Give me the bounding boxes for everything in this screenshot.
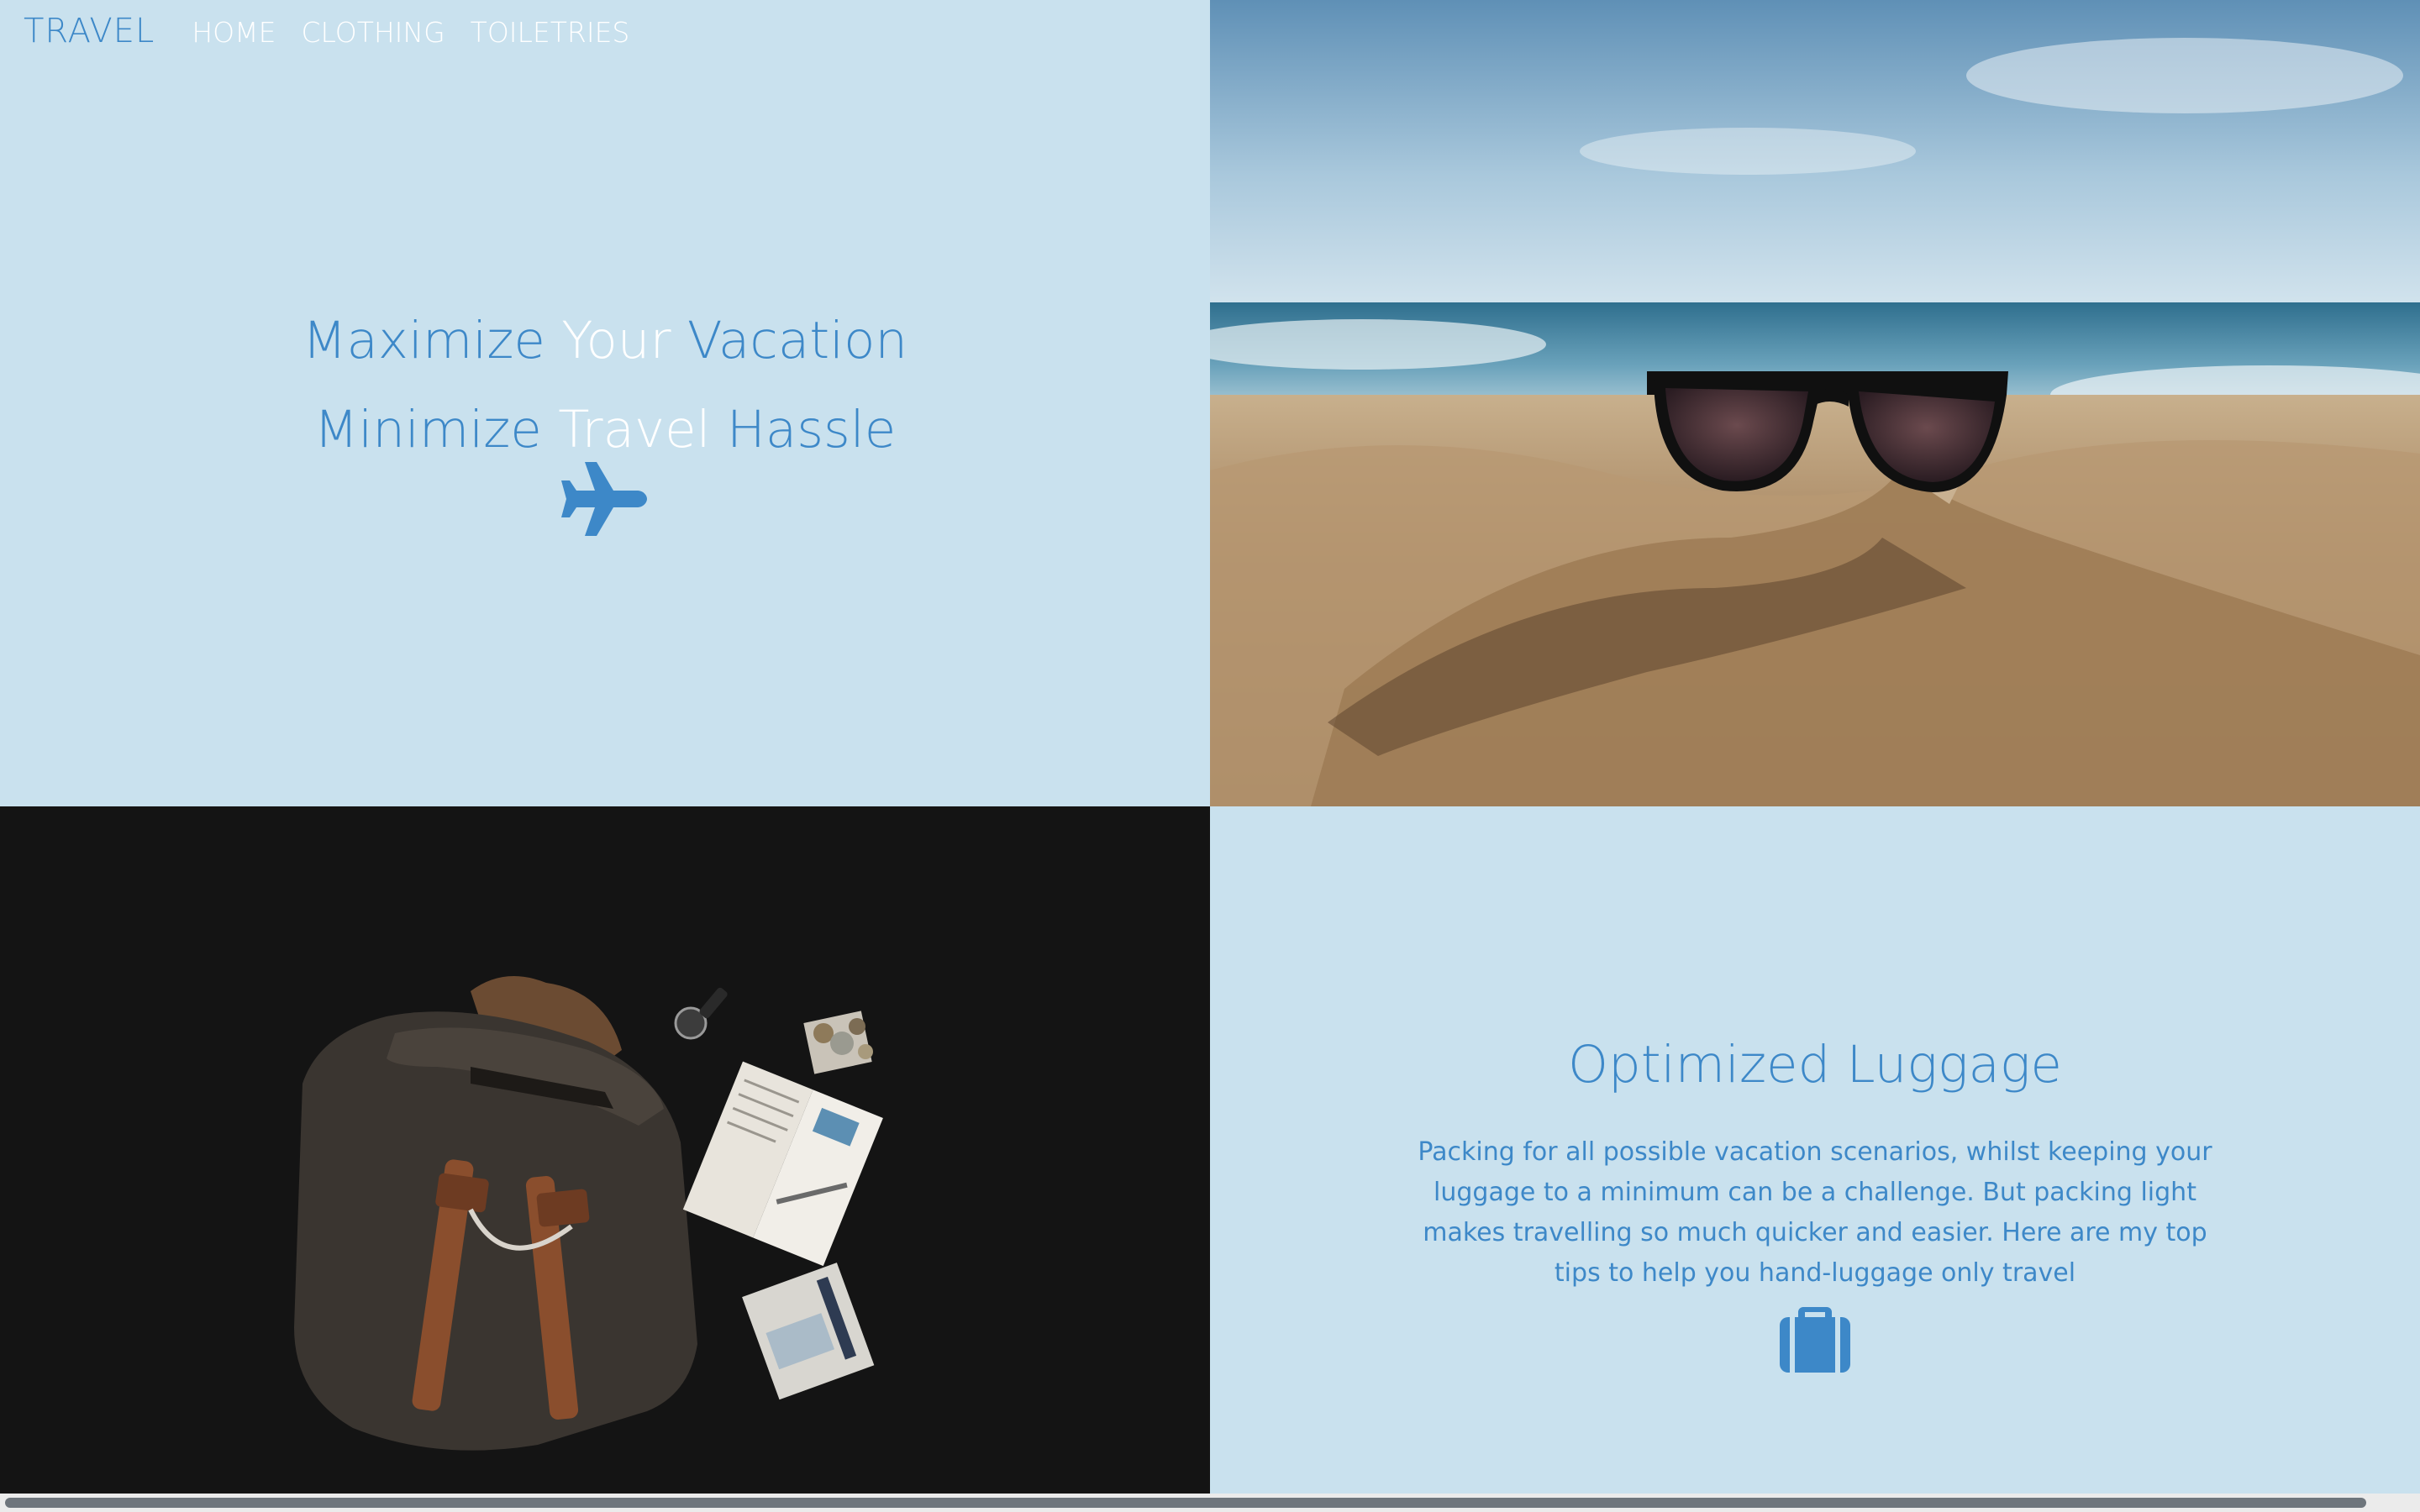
backpack-illustration — [0, 806, 1210, 1512]
headline-line-1: Maximize Your Vacation — [0, 297, 1210, 386]
headline-word: Travel — [558, 399, 711, 459]
suitcase-icon — [1780, 1307, 1850, 1373]
headline-word: Maximize — [302, 310, 545, 370]
plane-icon — [561, 462, 647, 536]
beach-illustration — [1210, 0, 2420, 806]
nav-link-clothing[interactable]: CLOTHING — [301, 16, 445, 49]
horizontal-scrollbar[interactable] — [0, 1494, 2420, 1512]
brand-logo-link[interactable]: TRAVEL — [24, 12, 155, 50]
luggage-section: Optimized Luggage Packing for all possib… — [1210, 806, 2420, 1512]
section-description: Packing for all possible vacation scenar… — [1418, 1137, 2212, 1288]
nav-link-home[interactable]: HOME — [192, 16, 276, 49]
scrollbar-thumb[interactable] — [5, 1498, 2366, 1508]
headline-word: Hassle — [726, 399, 897, 459]
section-title: Optimized Luggage — [1568, 1035, 2062, 1095]
top-nav: TRAVEL HOME CLOTHING TOILETRIES — [24, 12, 655, 50]
hero-headline: Maximize Your Vacation Minimize Travel H… — [0, 297, 1210, 475]
hero-panel: TRAVEL HOME CLOTHING TOILETRIES Maximize… — [0, 0, 1210, 806]
nav-link-toiletries[interactable]: TOILETRIES — [471, 16, 630, 49]
beach-sunglasses-photo — [1210, 0, 2420, 806]
page: TRAVEL HOME CLOTHING TOILETRIES Maximize… — [0, 0, 2420, 1512]
headline-word: Minimize — [313, 399, 542, 459]
headline-word: Vacation — [687, 310, 908, 370]
backpack-flatlay-photo — [0, 806, 1210, 1512]
headline-word: Your — [561, 310, 671, 370]
